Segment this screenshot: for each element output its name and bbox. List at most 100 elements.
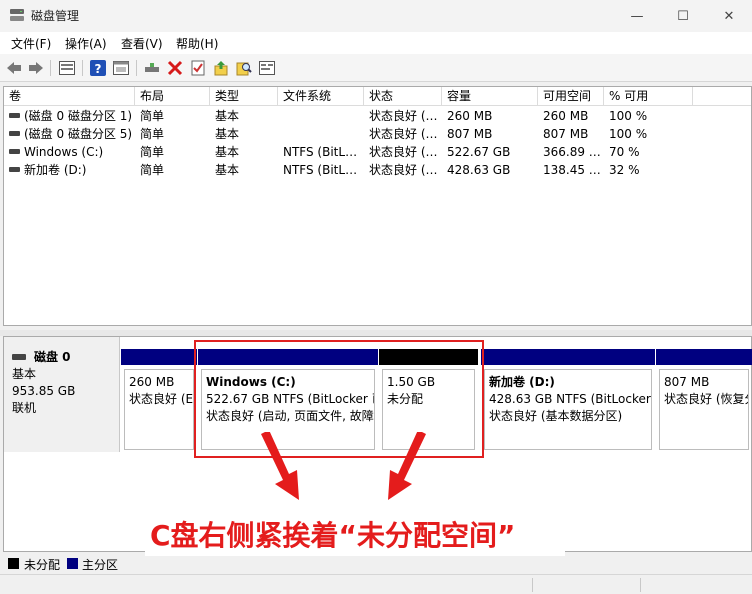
volume-icon bbox=[9, 149, 20, 154]
cell-free: 260 MB bbox=[543, 109, 589, 123]
volume-list[interactable]: 卷 布局 类型 文件系统 状态 容量 可用空间 % 可用 (磁盘 0 磁盘分区 … bbox=[3, 86, 752, 326]
maximize-button[interactable]: ☐ bbox=[660, 0, 706, 32]
cell-status: 状态良好 (… bbox=[369, 109, 438, 123]
cell-pct: 32 % bbox=[609, 163, 640, 177]
cell-free: 807 MB bbox=[543, 127, 589, 141]
cell-status: 状态良好 (… bbox=[369, 163, 438, 177]
cell-volume: Windows (C:) bbox=[4, 143, 135, 161]
properties-icon[interactable] bbox=[112, 59, 130, 77]
disk-size: 953.85 GB bbox=[12, 384, 76, 398]
partition-recovery[interactable]: 807 MB 状态良好 (恢复分区) bbox=[656, 349, 752, 453]
partition-bar bbox=[121, 349, 197, 365]
cell-free: 138.45 … bbox=[543, 163, 601, 177]
cell-volume: 新加卷 (D:) bbox=[4, 161, 135, 179]
arrow-right-icon bbox=[388, 432, 426, 500]
partition-bar bbox=[481, 349, 655, 365]
cell-pct: 100 % bbox=[609, 127, 648, 141]
menu-action[interactable]: 操作(A) bbox=[65, 35, 107, 52]
status-bar bbox=[0, 574, 752, 594]
window-title: 磁盘管理 bbox=[31, 9, 80, 23]
partition-title: 新加卷 (D:) bbox=[489, 375, 555, 389]
cell-volume: (磁盘 0 磁盘分区 1) bbox=[4, 107, 135, 125]
cell-layout: 简单 bbox=[140, 109, 165, 123]
disk-type: 基本 bbox=[12, 367, 37, 381]
cell-fs bbox=[278, 107, 364, 125]
cell-layout: 简单 bbox=[140, 163, 165, 177]
close-icon: ✕ bbox=[723, 8, 735, 24]
arrow-left-icon bbox=[261, 432, 299, 500]
legend-unallocated-label: 未分配 bbox=[24, 558, 61, 572]
list-view-icon[interactable] bbox=[58, 59, 76, 77]
menu-file[interactable]: 文件(F) bbox=[11, 35, 51, 52]
cell-capacity: 807 MB bbox=[447, 127, 493, 141]
disk-0-label[interactable]: 磁盘 0 基本 953.85 GB 联机 bbox=[4, 337, 120, 452]
cell-fs bbox=[278, 125, 364, 143]
maximize-icon: ☐ bbox=[677, 8, 689, 24]
partition-size: 807 MB bbox=[664, 375, 710, 389]
toolbar: ? bbox=[0, 54, 752, 82]
cell-type: 基本 bbox=[215, 145, 240, 159]
partition-bar bbox=[656, 349, 752, 365]
close-button[interactable]: ✕ bbox=[706, 0, 752, 32]
cell-volume: (磁盘 0 磁盘分区 5) bbox=[4, 125, 135, 143]
col-capacity[interactable]: 容量 bbox=[442, 87, 538, 106]
cell-layout: 简单 bbox=[140, 127, 165, 141]
cell-capacity: 428.63 GB bbox=[447, 163, 511, 177]
minimize-icon: — bbox=[630, 8, 644, 24]
col-volume[interactable]: 卷 bbox=[4, 87, 135, 106]
legend-primary-swatch bbox=[67, 558, 78, 569]
disk-management-icon bbox=[10, 9, 24, 21]
import-icon[interactable] bbox=[212, 59, 230, 77]
cell-type: 基本 bbox=[215, 109, 240, 123]
col-layout[interactable]: 布局 bbox=[135, 87, 210, 106]
delete-icon[interactable] bbox=[166, 59, 184, 77]
col-spacer bbox=[693, 87, 751, 106]
settings-icon[interactable] bbox=[258, 59, 276, 77]
back-icon[interactable] bbox=[5, 59, 23, 77]
disk-state: 联机 bbox=[12, 401, 37, 415]
menu-view[interactable]: 查看(V) bbox=[121, 35, 163, 52]
cell-type: 基本 bbox=[215, 127, 240, 141]
col-type[interactable]: 类型 bbox=[210, 87, 278, 106]
partition-d[interactable]: 新加卷 (D:) 428.63 GB NTFS (BitLocker 已加密) … bbox=[481, 349, 655, 453]
check-icon[interactable] bbox=[189, 59, 207, 77]
table-row[interactable]: (磁盘 0 磁盘分区 1) 简单 基本 状态良好 (… 260 MB 260 M… bbox=[4, 107, 751, 125]
legend-primary-label: 主分区 bbox=[82, 558, 119, 572]
cell-status: 状态良好 (… bbox=[369, 127, 438, 141]
connect-icon[interactable] bbox=[143, 59, 161, 77]
disk-icon bbox=[12, 353, 26, 360]
cell-capacity: 522.67 GB bbox=[447, 145, 511, 159]
svg-text:?: ? bbox=[95, 62, 102, 76]
menu-bar: 文件(F) 操作(A) 查看(V) 帮助(H) bbox=[0, 32, 752, 54]
col-pct-free[interactable]: % 可用 bbox=[604, 87, 693, 106]
legend: 未分配 主分区 bbox=[3, 554, 752, 572]
table-row[interactable]: 新加卷 (D:) 简单 基本 NTFS (BitL… 状态良好 (… 428.6… bbox=[4, 161, 751, 179]
cell-fs: NTFS (BitL… bbox=[283, 145, 358, 159]
table-row[interactable]: (磁盘 0 磁盘分区 5) 简单 基本 状态良好 (… 807 MB 807 M… bbox=[4, 125, 751, 143]
help-icon[interactable]: ? bbox=[89, 59, 107, 77]
search-icon[interactable] bbox=[235, 59, 253, 77]
legend-unallocated-swatch bbox=[8, 558, 19, 569]
col-free[interactable]: 可用空间 bbox=[538, 87, 604, 106]
cell-layout: 简单 bbox=[140, 145, 165, 159]
cell-pct: 100 % bbox=[609, 109, 648, 123]
partition-status: 状态良好 (EFI 系统分区) bbox=[129, 392, 194, 406]
partition-efi[interactable]: 260 MB 状态良好 (EFI 系统分区) bbox=[121, 349, 197, 453]
table-row[interactable]: Windows (C:) 简单 基本 NTFS (BitL… 状态良好 (… 5… bbox=[4, 143, 751, 161]
partition-status: 状态良好 (基本数据分区) bbox=[489, 409, 623, 423]
cell-free: 366.89 … bbox=[543, 145, 601, 159]
col-status[interactable]: 状态 bbox=[364, 87, 442, 106]
col-filesystem[interactable]: 文件系统 bbox=[278, 87, 364, 106]
cell-pct: 70 % bbox=[609, 145, 640, 159]
title-bar: 磁盘管理 — ☐ ✕ bbox=[0, 0, 752, 32]
volume-icon bbox=[9, 131, 20, 136]
volume-icon bbox=[9, 113, 20, 118]
menu-help[interactable]: 帮助(H) bbox=[176, 35, 218, 52]
partition-status: 状态良好 (恢复分区) bbox=[664, 392, 748, 406]
cell-type: 基本 bbox=[215, 163, 240, 177]
volume-icon bbox=[9, 167, 20, 172]
cell-status: 状态良好 (… bbox=[369, 145, 438, 159]
minimize-button[interactable]: — bbox=[614, 0, 660, 32]
forward-icon[interactable] bbox=[27, 59, 45, 77]
annotation-text: C盘右侧紧挨着“未分配空间” bbox=[150, 519, 516, 552]
